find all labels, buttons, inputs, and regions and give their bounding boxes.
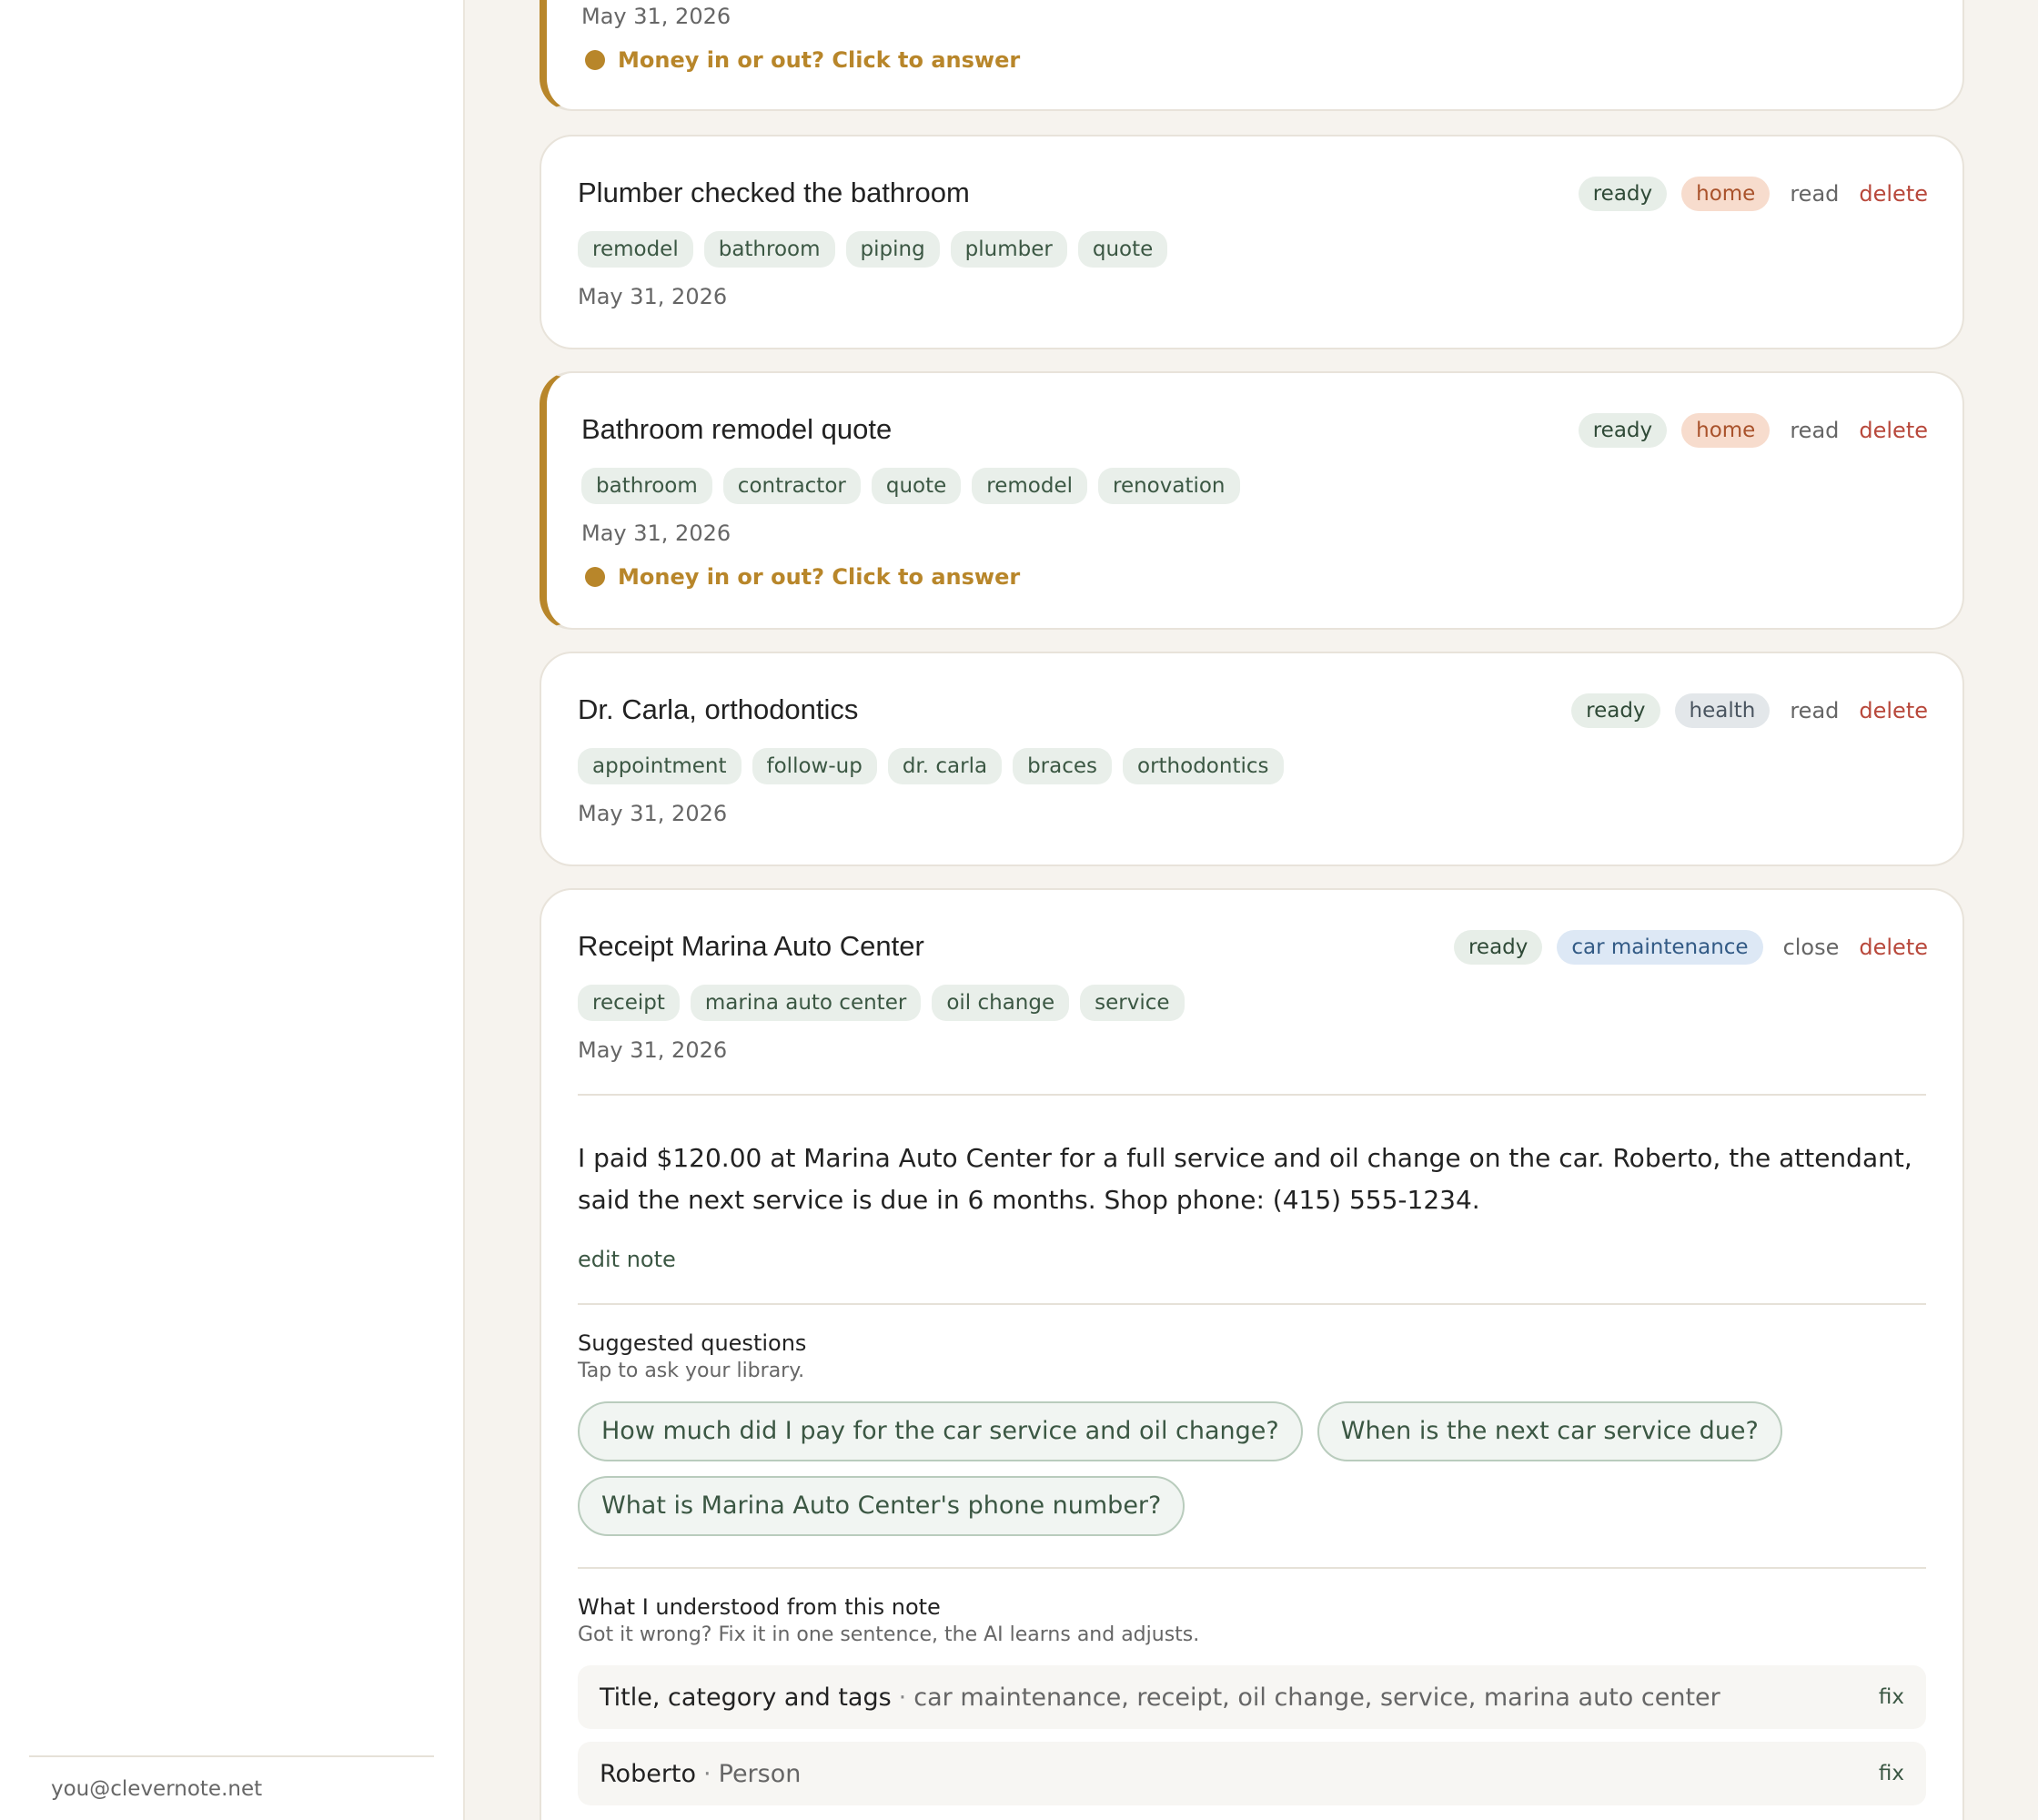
status-badge: ready bbox=[1578, 413, 1668, 448]
status-badge: ready bbox=[1453, 930, 1543, 965]
understood-title: What I understood from this note bbox=[578, 1594, 941, 1620]
suggested-question-chip[interactable]: How much did I pay for the car service a… bbox=[578, 1401, 1303, 1461]
tag[interactable]: remodel bbox=[972, 468, 1087, 504]
fix-button[interactable]: fix bbox=[1879, 1685, 1904, 1709]
suggested-questions: How much did I pay for the car service a… bbox=[578, 1401, 1926, 1536]
pending-dot-icon bbox=[585, 50, 605, 70]
divider bbox=[578, 1303, 1926, 1305]
understood-row: Roberto · Person fix bbox=[578, 1742, 1926, 1805]
note-date: May 31, 2026 bbox=[578, 1037, 728, 1063]
tag[interactable]: bathroom bbox=[703, 231, 835, 268]
tag[interactable]: quote bbox=[1077, 231, 1168, 268]
separator: · bbox=[703, 1759, 711, 1788]
note-title: Plumber checked the bathroom bbox=[578, 177, 970, 208]
understood-row-label: Title, category and tags bbox=[600, 1683, 892, 1712]
delete-button[interactable]: delete bbox=[1859, 935, 1928, 960]
tag[interactable]: marina auto center bbox=[690, 985, 922, 1021]
note-card[interactable]: May 31, 2026 Money in or out? Click to a… bbox=[540, 0, 1964, 111]
note-date: May 31, 2026 bbox=[581, 4, 731, 29]
category-badge: health bbox=[1674, 693, 1771, 728]
suggested-questions-title: Suggested questions bbox=[578, 1330, 807, 1356]
note-title: Receipt Marina Auto Center bbox=[578, 930, 924, 962]
tag[interactable]: braces bbox=[1013, 748, 1113, 784]
suggested-questions-subtitle: Tap to ask your library. bbox=[578, 1360, 805, 1382]
money-prompt-label: Money in or out? Click to answer bbox=[618, 564, 1021, 590]
note-card[interactable]: Dr. Carla, orthodontics ready health rea… bbox=[540, 652, 1964, 866]
tag[interactable]: oil change bbox=[932, 985, 1070, 1021]
note-title: Bathroom remodel quote bbox=[581, 413, 893, 445]
understood-row-label: Roberto bbox=[600, 1759, 697, 1788]
delete-button[interactable]: delete bbox=[1859, 698, 1928, 723]
user-email[interactable]: you@clevernote.net bbox=[29, 1755, 434, 1801]
tag-list: remodel bathroom piping plumber quote bbox=[578, 231, 1168, 268]
notes-list: May 31, 2026 Money in or out? Click to a… bbox=[540, 0, 1964, 1820]
money-prompt-label: Money in or out? Click to answer bbox=[618, 47, 1021, 73]
note-body: I paid $120.00 at Marina Auto Center for… bbox=[578, 1143, 1912, 1215]
edit-note-button[interactable]: edit note bbox=[578, 1247, 676, 1272]
divider bbox=[578, 1567, 1926, 1569]
note-actions: ready health read delete bbox=[1571, 693, 1928, 728]
read-button[interactable]: read bbox=[1790, 418, 1839, 443]
fix-button[interactable]: fix bbox=[1879, 1762, 1904, 1785]
tag-list: appointment follow-up dr. carla braces o… bbox=[578, 748, 1284, 784]
pending-dot-icon bbox=[585, 567, 605, 587]
understood-row-value: car maintenance, receipt, oil change, se… bbox=[913, 1683, 1720, 1712]
understood-subtitle: Got it wrong? Fix it in one sentence, th… bbox=[578, 1623, 1200, 1646]
note-date: May 31, 2026 bbox=[578, 284, 728, 309]
suggested-question-chip[interactable]: When is the next car service due? bbox=[1317, 1401, 1782, 1461]
read-button[interactable]: read bbox=[1790, 698, 1839, 723]
app: you@clevernote.net May 31, 2026 Money in… bbox=[0, 0, 2038, 1820]
status-badge: ready bbox=[1571, 693, 1660, 728]
tag-list: bathroom contractor quote remodel renova… bbox=[581, 468, 1240, 504]
tag[interactable]: service bbox=[1080, 985, 1185, 1021]
note-actions: ready home read delete bbox=[1578, 413, 1928, 448]
sidebar: you@clevernote.net bbox=[0, 0, 465, 1820]
note-date: May 31, 2026 bbox=[578, 801, 728, 826]
tag[interactable]: bathroom bbox=[581, 468, 712, 504]
tag[interactable]: orthodontics bbox=[1123, 748, 1284, 784]
tag[interactable]: contractor bbox=[722, 468, 861, 504]
suggested-question-chip[interactable]: What is Marina Auto Center's phone numbe… bbox=[578, 1476, 1185, 1536]
note-card-expanded[interactable]: Receipt Marina Auto Center ready car mai… bbox=[540, 888, 1964, 1820]
tag[interactable]: remodel bbox=[578, 231, 693, 268]
delete-button[interactable]: delete bbox=[1859, 181, 1928, 207]
status-badge: ready bbox=[1578, 177, 1668, 211]
tag[interactable]: plumber bbox=[950, 231, 1067, 268]
tag[interactable]: dr. carla bbox=[887, 748, 1003, 784]
tag[interactable]: receipt bbox=[578, 985, 680, 1021]
tag-list: receipt marina auto center oil change se… bbox=[578, 985, 1185, 1021]
note-card[interactable]: Bathroom remodel quote ready home read d… bbox=[540, 371, 1964, 630]
note-actions: ready home read delete bbox=[1578, 177, 1928, 211]
money-prompt[interactable]: Money in or out? Click to answer bbox=[585, 564, 1020, 590]
understood-row-value: Person bbox=[718, 1759, 802, 1788]
note-title: Dr. Carla, orthodontics bbox=[578, 693, 859, 725]
tag[interactable]: quote bbox=[871, 468, 962, 504]
category-badge: home bbox=[1681, 413, 1771, 448]
note-card[interactable]: Plumber checked the bathroom ready home … bbox=[540, 135, 1964, 349]
close-button[interactable]: close bbox=[1783, 935, 1840, 960]
divider bbox=[578, 1094, 1926, 1096]
tag[interactable]: renovation bbox=[1098, 468, 1240, 504]
category-badge: car maintenance bbox=[1557, 930, 1763, 965]
delete-button[interactable]: delete bbox=[1859, 418, 1928, 443]
separator: · bbox=[898, 1683, 907, 1712]
tag[interactable]: piping bbox=[845, 231, 940, 268]
read-button[interactable]: read bbox=[1790, 181, 1839, 207]
tag[interactable]: appointment bbox=[578, 748, 742, 784]
tag[interactable]: follow-up bbox=[752, 748, 877, 784]
money-prompt[interactable]: Money in or out? Click to answer bbox=[585, 47, 1020, 73]
category-badge: home bbox=[1681, 177, 1771, 211]
understood-row: Title, category and tags · car maintenan… bbox=[578, 1665, 1926, 1729]
note-date: May 31, 2026 bbox=[581, 521, 731, 546]
note-actions: ready car maintenance close delete bbox=[1453, 930, 1928, 965]
